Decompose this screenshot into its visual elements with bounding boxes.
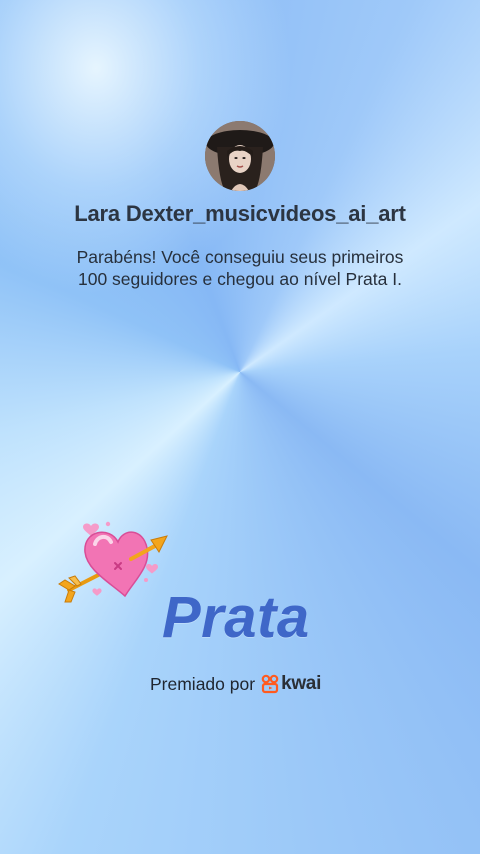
kwai-logo-icon (261, 674, 279, 694)
message-line-1: Parabéns! Você conseguiu seus primeiros (76, 247, 404, 267)
kwai-brand-name: kwai (281, 673, 322, 694)
awarded-by: Premiado por kwai (150, 672, 321, 696)
congratulations-message: Parabéns! Você conseguiu seus primeiros … (60, 246, 420, 290)
username: Lara Dexter_musicvideos_ai_art (74, 201, 406, 226)
avatar[interactable] (205, 121, 275, 191)
message-line-2: 100 seguidores e chegou ao nível Prata I… (78, 269, 402, 289)
awarded-label: Premiado por (150, 673, 256, 694)
kwai-logo: kwai (261, 673, 321, 695)
profile-avatar-icon (205, 121, 275, 191)
level-name: Prata (162, 585, 310, 650)
heart-arrow-icon (55, 518, 175, 608)
